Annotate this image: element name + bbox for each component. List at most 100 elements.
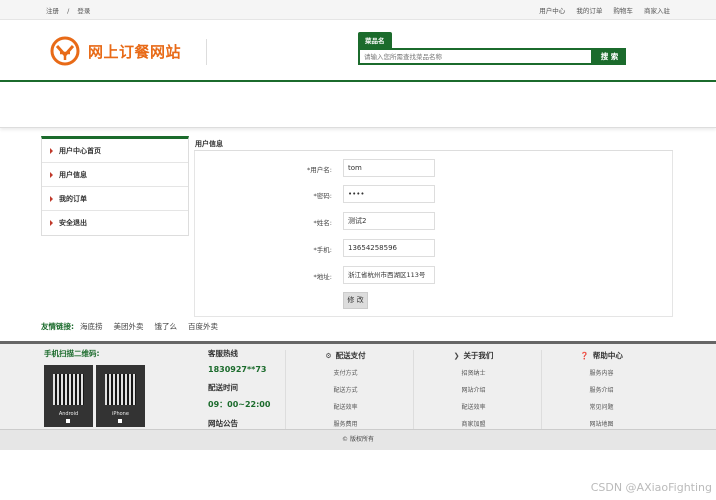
qr-codes: Android iPhone xyxy=(44,365,145,427)
footer-col-about: ❯ 关于我们 招贤纳士 网站介绍 配送效率 商家加盟 xyxy=(413,350,533,430)
arrow-right-icon xyxy=(50,195,53,202)
phone-row: *手机: 13654258596 xyxy=(195,239,672,257)
phone-label: *手机: xyxy=(313,246,332,254)
delivery-time-value: 09：00~22:00 xyxy=(208,400,271,409)
sidebar: 用户中心首页 用户信息 我的订单 安全退出 xyxy=(41,136,189,236)
footer-link[interactable]: 服务介绍 xyxy=(542,385,661,394)
phone-field[interactable]: 13654258596 xyxy=(343,239,435,257)
footer-col-title: ⚙ 配送支付 xyxy=(286,350,405,361)
sidebar-item-my-orders[interactable]: 我的订单 xyxy=(42,187,188,211)
sidebar-item-label: 我的订单 xyxy=(59,194,87,203)
footer-link[interactable]: 招贤纳士 xyxy=(414,368,533,377)
merchant-entry-link[interactable]: 商家入驻 xyxy=(644,7,670,15)
qr-code-icon xyxy=(53,374,84,405)
android-icon xyxy=(66,419,70,423)
qr-android: Android xyxy=(44,365,93,427)
footer-col-title-text: 配送支付 xyxy=(335,351,366,360)
logo-icon xyxy=(50,36,80,66)
qr-block: 手机扫描二维码: Android iPhone xyxy=(44,348,145,427)
help-icon: ❓ xyxy=(580,351,589,360)
panel-title: 用户信息 xyxy=(194,136,673,151)
watermark: CSDN @AXiaoFighting xyxy=(590,481,712,494)
qr-android-label: Android xyxy=(58,411,79,417)
qr-code-icon xyxy=(105,374,136,405)
hotline-block: 客服热线 1830927**73 配送时间 09：00~22:00 网站公告 xyxy=(208,348,270,429)
sidebar-item-logout[interactable]: 安全退出 xyxy=(42,211,188,235)
footer-col-title-text: 帮助中心 xyxy=(592,351,623,360)
separator: / xyxy=(67,6,70,15)
name-label: *姓名: xyxy=(313,219,332,227)
qr-iphone-label: iPhone xyxy=(112,411,129,417)
search-input[interactable] xyxy=(358,48,593,65)
user-center-link[interactable]: 用户中心 xyxy=(539,7,565,15)
modify-button[interactable]: 修 改 xyxy=(343,292,368,309)
search-button[interactable]: 搜 索 xyxy=(593,48,626,65)
my-orders-link[interactable]: 我的订单 xyxy=(576,7,602,15)
footer-col-help: ❓ 帮助中心 服务内容 服务介绍 常见问题 网站地图 xyxy=(541,350,661,430)
footer: 手机扫描二维码: Android iPhone 客服热线 1830927**73… xyxy=(0,341,716,430)
footer-col-delivery: ⚙ 配送支付 支付方式 配送方式 配送效率 服务费用 xyxy=(285,350,405,430)
friend-link[interactable]: 饿了么 xyxy=(155,321,178,332)
sidebar-item-home[interactable]: 用户中心首页 xyxy=(42,139,188,163)
username-field[interactable]: tom xyxy=(343,159,435,177)
friend-links-title: 友情链接: xyxy=(41,322,74,331)
hotline-title: 客服热线 xyxy=(208,349,238,358)
password-field[interactable]: •••• xyxy=(343,185,435,203)
username-row: *用户名: tom xyxy=(195,159,672,177)
sidebar-item-label: 安全退出 xyxy=(59,219,87,227)
footer-col-title: ❯ 关于我们 xyxy=(414,350,533,361)
hotline-value: 1830927**73 xyxy=(208,365,267,374)
sidebar-item-label: 用户中心首页 xyxy=(59,146,101,155)
user-info-form: *用户名: tom *密码: •••• *姓名: 测试2 *手机: 136542… xyxy=(194,151,673,317)
site-logo[interactable]: 网上订餐网站 xyxy=(50,36,181,66)
address-label: *地址: xyxy=(313,273,332,281)
footer-link[interactable]: 网站地图 xyxy=(542,419,661,428)
user-info-panel: 用户信息 *用户名: tom *密码: •••• *姓名: 测试2 *手机: 1… xyxy=(194,136,673,317)
sidebar-item-user-info[interactable]: 用户信息 xyxy=(42,163,188,187)
register-link[interactable]: 注册 xyxy=(46,7,59,15)
friend-link[interactable]: 美团外卖 xyxy=(114,321,144,332)
header-divider xyxy=(206,39,207,65)
copyright: © 版权所有 xyxy=(0,429,716,450)
footer-link[interactable]: 配送方式 xyxy=(286,385,405,394)
notice-title: 网站公告 xyxy=(208,419,238,428)
chevron-down-icon: ❯ xyxy=(453,351,460,360)
cart-link[interactable]: 购物车 xyxy=(613,7,633,15)
login-link[interactable]: 登录 xyxy=(77,7,90,15)
search-area: 菜品名 搜 索 xyxy=(358,32,626,65)
footer-link[interactable]: 常见问题 xyxy=(542,402,661,411)
name-field[interactable]: 测试2 xyxy=(343,212,435,230)
friend-link[interactable]: 百度外卖 xyxy=(188,321,218,332)
apple-icon xyxy=(118,419,122,423)
friend-link[interactable]: 海底捞 xyxy=(80,321,103,332)
qr-iphone: iPhone xyxy=(96,365,145,427)
footer-link[interactable]: 服务内容 xyxy=(542,368,661,377)
top-bar-right: 用户中心 我的订单 购物车 商家入驻 xyxy=(530,5,670,15)
address-field[interactable]: 浙江省杭州市西湖区113号 xyxy=(343,266,435,284)
search-row: 搜 索 xyxy=(358,48,626,65)
address-row: *地址: 浙江省杭州市西湖区113号 xyxy=(195,266,672,284)
name-row: *姓名: 测试2 xyxy=(195,212,672,230)
username-label: *用户名: xyxy=(307,166,332,174)
footer-link[interactable]: 配送效率 xyxy=(414,402,533,411)
footer-col-title-text: 关于我们 xyxy=(463,351,494,360)
delivery-time-title: 配送时间 xyxy=(208,383,238,392)
qr-title: 手机扫描二维码: xyxy=(44,349,100,358)
arrow-right-icon xyxy=(50,171,53,178)
footer-link[interactable]: 配送效率 xyxy=(286,402,405,411)
arrow-right-icon xyxy=(50,220,53,226)
footer-col-title: ❓ 帮助中心 xyxy=(542,350,661,361)
footer-link[interactable]: 网站介绍 xyxy=(414,385,533,394)
footer-link[interactable]: 支付方式 xyxy=(286,368,405,377)
sidebar-item-label: 用户信息 xyxy=(59,170,87,179)
password-row: *密码: •••• xyxy=(195,185,672,203)
banner-area xyxy=(0,82,716,128)
friend-links: 友情链接: 海底捞 美团外卖 饿了么 百度外卖 xyxy=(41,321,229,332)
header: 网上订餐网站 菜品名 搜 索 xyxy=(0,20,716,82)
top-bar: 注册 / 登录 用户中心 我的订单 购物车 商家入驻 xyxy=(0,0,716,20)
arrow-right-icon xyxy=(50,147,53,154)
footer-link[interactable]: 商家加盟 xyxy=(414,419,533,428)
top-bar-left: 注册 / 登录 xyxy=(46,5,96,15)
footer-link[interactable]: 服务费用 xyxy=(286,419,405,428)
search-tab[interactable]: 菜品名 xyxy=(358,32,392,48)
